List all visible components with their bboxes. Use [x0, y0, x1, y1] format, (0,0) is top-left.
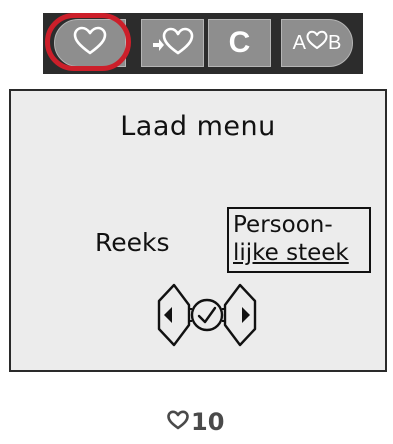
option-reeks[interactable]: Reeks: [95, 228, 170, 257]
option-line-1: Persoon-: [233, 212, 333, 238]
load-memory-button[interactable]: [141, 19, 204, 67]
load-heart-icon: [151, 26, 195, 60]
button-strip: C A B: [43, 13, 363, 74]
counter-value: 10: [191, 408, 225, 436]
heart-icon: [306, 30, 328, 56]
memory-button[interactable]: [54, 19, 126, 67]
nav-arrows-icon: [149, 279, 265, 351]
clear-button[interactable]: C: [208, 19, 271, 67]
option-line-2: lijke steek: [233, 240, 349, 266]
heart-icon: [167, 410, 189, 434]
screen-title: Laad menu: [120, 111, 276, 142]
a-b-label: A B: [292, 30, 342, 56]
heart-icon: [73, 26, 107, 60]
clear-label: C: [228, 26, 251, 59]
memory-counter: 10: [167, 407, 224, 437]
option-persoonlijke-steek[interactable]: Persoon- lijke steek: [227, 207, 371, 273]
a-b-button[interactable]: A B: [281, 19, 353, 67]
a-label: A: [292, 31, 306, 54]
display-screen: Laad menu Reeks Persoon- lijke steek: [9, 89, 387, 372]
b-label: B: [328, 31, 342, 54]
